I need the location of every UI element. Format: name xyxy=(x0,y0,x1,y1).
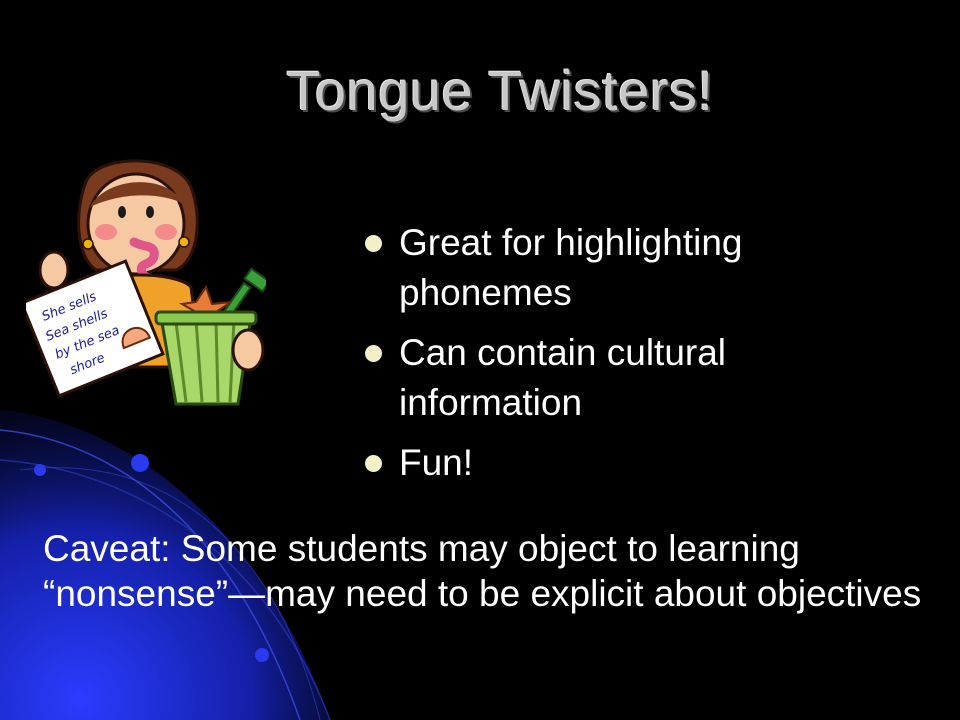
swoosh-dot xyxy=(131,454,149,472)
bullet-item: Fun! xyxy=(362,438,832,488)
bullet-item: Can contain cultural information xyxy=(362,328,832,428)
bullet-item: Great for highlighting phonemes xyxy=(362,218,832,318)
bullet-text: Great for highlighting phonemes xyxy=(399,222,743,313)
swoosh-dot xyxy=(255,648,269,662)
bullet-list: Great for highlighting phonemes Can cont… xyxy=(362,218,832,498)
slide-title: Tongue Twisters! xyxy=(286,59,714,122)
bullet-dot-icon xyxy=(365,345,382,362)
caveat-text: Caveat: Some students may object to lear… xyxy=(43,528,922,614)
bullet-dot-icon xyxy=(365,235,382,252)
slide: She sells Sea shells by the sea shore To… xyxy=(0,0,960,720)
swoosh-dot xyxy=(34,464,46,476)
girl-with-bucket-clipart: She sells Sea shells by the sea shore xyxy=(26,159,266,406)
bullet-text: Fun! xyxy=(399,442,474,483)
bullet-text: Can contain cultural information xyxy=(399,332,727,423)
bullet-dot-icon xyxy=(365,455,382,472)
